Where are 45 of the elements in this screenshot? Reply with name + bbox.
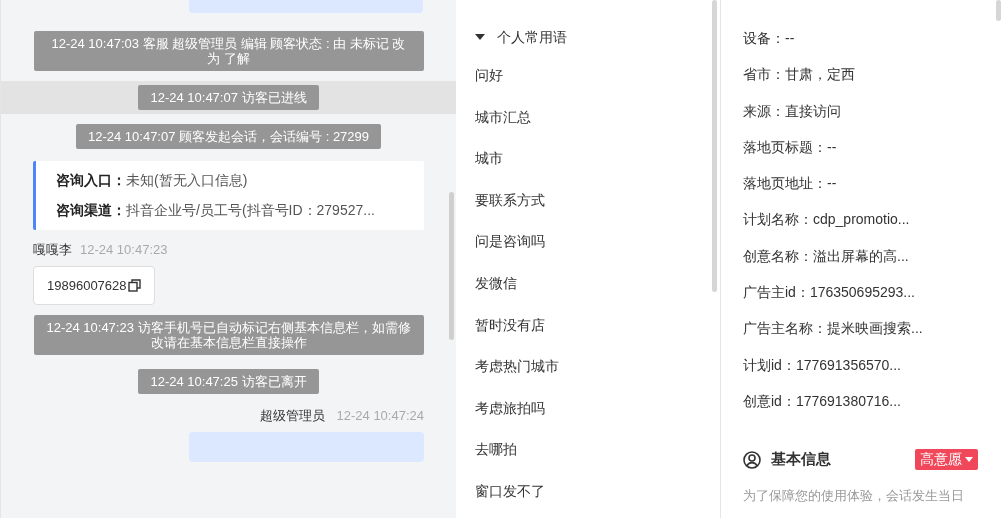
source-field: 创意名称：溢出屏幕的高... bbox=[743, 244, 978, 282]
system-notice: 12-24 10:47:23 访客手机号已自动标记右侧基本信息栏，如需修改请在基本信息栏直接操作 bbox=[33, 315, 424, 355]
notice-text: 为了保障您的使用体验，会话发生当日 bbox=[743, 486, 965, 505]
source-field: 广告主名称：提米映画搜索... bbox=[743, 317, 978, 354]
phrase-group-toggle[interactable]: 个人常用语 bbox=[475, 26, 567, 48]
sender-name: 超级管理员 bbox=[259, 407, 325, 425]
info-row-text: 咨询渠道：抖音企业号/员工号(抖音号ID：279527... bbox=[56, 201, 376, 220]
user-icon bbox=[743, 450, 761, 469]
source-field: 落地页标题：-- bbox=[743, 135, 978, 173]
source-field: 创意id：177691380716... bbox=[743, 389, 978, 427]
sender-name: 嘎嘎李 bbox=[33, 241, 72, 259]
message-time: 12-24 10:47:23 bbox=[80, 241, 168, 259]
scrollbar-thumb[interactable] bbox=[449, 192, 454, 340]
phrase-item[interactable]: 窗口发不了 bbox=[475, 470, 545, 513]
section-title: 基本信息 bbox=[771, 449, 831, 470]
system-notice: 12-24 10:47:25 访客已离开 bbox=[138, 369, 319, 394]
phrase-item[interactable]: 考虑旅拍吗 bbox=[475, 387, 545, 430]
source-field: 广告主id：176350695293... bbox=[743, 281, 978, 318]
phrase-item[interactable]: 发微信 bbox=[475, 262, 517, 305]
source-field: 计划名称：cdp_promotio... bbox=[743, 208, 978, 245]
source-field: 设备：-- bbox=[743, 27, 978, 64]
phrase-item[interactable]: 要联系方式 bbox=[475, 179, 545, 222]
source-field: 省市：甘肃，定西 bbox=[743, 63, 978, 100]
phrase-item[interactable]: 城市 bbox=[475, 138, 503, 180]
source-field: 计划id：177691356570... bbox=[743, 353, 978, 390]
intent-dropdown[interactable]: 高意愿 bbox=[915, 449, 978, 470]
scrollbar-thumb[interactable] bbox=[996, 0, 1001, 21]
source-field: 落地页地址：-- bbox=[743, 172, 978, 209]
phrase-item[interactable]: 考虑热门城市 bbox=[475, 346, 559, 388]
phrase-item[interactable]: 问是咨询吗 bbox=[475, 221, 545, 263]
scrollbar-thumb[interactable] bbox=[712, 0, 717, 292]
caret-icon bbox=[475, 34, 485, 40]
copy-icon[interactable] bbox=[127, 278, 141, 292]
phrase-item[interactable]: 城市汇总 bbox=[475, 96, 531, 139]
phrase-item[interactable]: 去哪拍 bbox=[475, 429, 517, 471]
phrase-item[interactable]: 问好 bbox=[475, 55, 503, 97]
message-time: 12-24 10:47:24 bbox=[336, 407, 424, 425]
system-notice: 12-24 10:47:07 顾客发起会话，会话编号 : 27299 bbox=[75, 124, 382, 149]
info-row-text: 咨询入口：未知(暂无入口信息) bbox=[56, 171, 249, 190]
system-notice: 12-24 10:47:03 客服 超级管理员 编辑 顾客状态 : 由 未标记 改为 了解 bbox=[33, 31, 424, 71]
phone-number: 19896007628 bbox=[47, 276, 127, 295]
caret-icon bbox=[965, 457, 973, 462]
phrase-item[interactable]: 暂时没有店 bbox=[475, 304, 545, 347]
source-field: 来源：直接访问 bbox=[743, 99, 978, 136]
system-notice: 12-24 10:47:07 访客已进线 bbox=[138, 85, 319, 110]
